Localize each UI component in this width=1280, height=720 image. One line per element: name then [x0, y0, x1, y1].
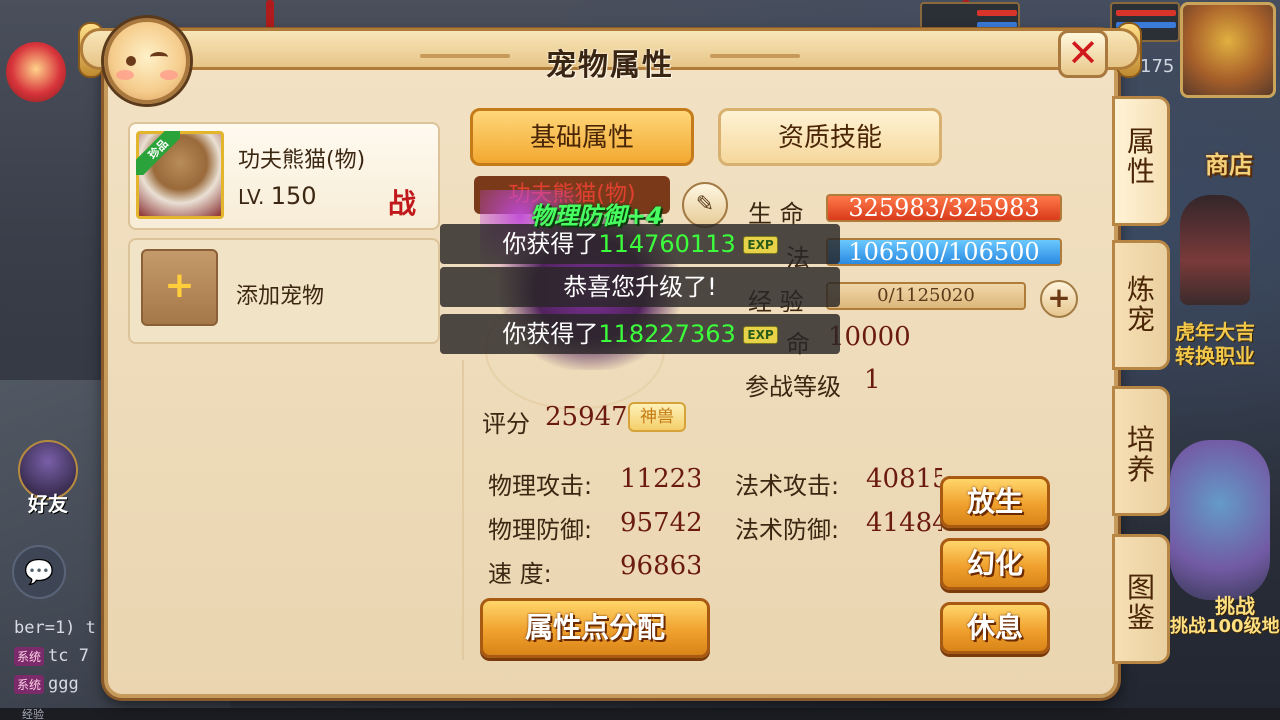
- level-prefix: LV.: [238, 185, 265, 209]
- side-tab-refine[interactable]: 炼宠: [1112, 240, 1170, 370]
- fortune-god-icon[interactable]: [6, 42, 66, 102]
- release-button[interactable]: 放生: [940, 476, 1050, 528]
- phys-def-value: 95742: [620, 508, 700, 538]
- friend-label: 好友: [28, 492, 68, 516]
- bottom-exp-bar: 经验: [0, 708, 1280, 720]
- gain-prefix: 你获得了: [502, 230, 599, 258]
- hp-bar: 325983/325983: [826, 194, 1062, 222]
- battle-level-label: 参战等级: [745, 373, 841, 401]
- side-tab-label: 培养: [1126, 423, 1155, 486]
- chat-text: tc 7: [48, 646, 89, 666]
- npc-title-line2: 转换职业: [1175, 344, 1255, 368]
- rest-button[interactable]: 休息: [940, 602, 1050, 654]
- exp-icon: EXP: [743, 326, 778, 344]
- gain-value: 114760113: [598, 230, 736, 258]
- rarity-ribbon: 珍品: [136, 131, 180, 175]
- mag-atk-value: 40815: [866, 464, 942, 494]
- phys-def-label: 物理防御:: [488, 516, 593, 544]
- allocate-points-button[interactable]: 属性点分配: [480, 598, 710, 658]
- defense-up-popup: 物理防御+4: [530, 202, 663, 230]
- pet-list-level: LV. 150: [238, 182, 317, 210]
- side-tab-attributes[interactable]: 属性: [1112, 96, 1170, 226]
- close-button[interactable]: ✕: [1058, 30, 1108, 78]
- speed-value: 96863: [620, 551, 700, 581]
- gain-notification: 你获得了118227363 EXP: [440, 314, 840, 354]
- add-pet-label: 添加宠物: [236, 284, 325, 309]
- system-tag: 系统: [14, 674, 45, 694]
- avatar-cheek: [116, 70, 134, 80]
- avatar-eye: [126, 56, 136, 66]
- challenge-sub-label: 挑战100级地: [1170, 616, 1280, 637]
- gain-prefix: 你获得了: [502, 320, 599, 348]
- mag-def-value: 41484: [866, 508, 942, 538]
- mag-def-label: 法术防御:: [735, 516, 840, 544]
- chat-icon[interactable]: 💬: [12, 545, 66, 599]
- side-tab-label: 炼宠: [1126, 273, 1155, 336]
- tab-aptitude-skills[interactable]: 资质技能: [718, 108, 942, 166]
- add-pet-icon: +: [141, 249, 218, 326]
- pet-list-name: 功夫熊猫(物): [238, 148, 366, 173]
- panel-title: 宠物属性: [546, 48, 674, 83]
- chat-text: ggg: [48, 674, 79, 694]
- avatar-cheek: [160, 70, 178, 80]
- add-exp-button[interactable]: +: [1040, 280, 1078, 318]
- side-tab-train[interactable]: 培养: [1112, 386, 1170, 516]
- exp-bar: 0/1125020: [826, 282, 1026, 310]
- title-decoration: [710, 54, 800, 58]
- npc-figure-challenge[interactable]: [1170, 440, 1270, 600]
- level-value: 150: [270, 182, 317, 210]
- chat-line: 系统 tc 7: [14, 646, 89, 666]
- rarity-tag: 珍品: [136, 131, 180, 175]
- chat-line: 系统 ggg: [14, 674, 79, 694]
- rename-pet-button[interactable]: ✎: [682, 182, 728, 228]
- pet-emoji-avatar: [104, 18, 190, 104]
- system-tag: 系统: [14, 646, 45, 666]
- score-label: 评分: [482, 410, 530, 438]
- side-tab-atlas[interactable]: 图鉴: [1112, 534, 1170, 664]
- lifespan-value: 10000: [828, 322, 911, 352]
- levelup-notification: 恭喜您升级了!: [440, 267, 840, 307]
- side-tab-label: 图鉴: [1126, 571, 1155, 634]
- transform-button[interactable]: 幻化: [940, 538, 1050, 590]
- hanging-rope: [266, 0, 274, 30]
- gain-value: 118227363: [598, 320, 736, 348]
- speed-label: 速 度:: [488, 560, 552, 588]
- mag-atk-label: 法术攻击:: [735, 472, 840, 500]
- shop-button[interactable]: 商店: [1205, 145, 1253, 180]
- exp-icon: EXP: [743, 236, 778, 254]
- avatar-wink: [150, 52, 168, 62]
- exp-bar-label: 经验: [22, 708, 44, 720]
- chat-line: ber=1) t: [14, 618, 96, 638]
- battle-status-badge: 战: [388, 187, 417, 220]
- mp-bar: 106500/106500: [826, 238, 1062, 266]
- title-decoration: [420, 54, 510, 58]
- section-divider: [462, 360, 464, 660]
- phys-atk-value: 112230: [620, 464, 700, 494]
- divine-beast-badge: 神兽: [628, 402, 686, 432]
- tab-basic-attributes[interactable]: 基础属性: [470, 108, 694, 166]
- player-avatar[interactable]: [1180, 2, 1276, 98]
- npc-figure[interactable]: [1180, 195, 1250, 305]
- side-tab-label: 属性: [1126, 125, 1155, 188]
- player-level: 175: [1140, 56, 1175, 77]
- phys-atk-label: 物理攻击:: [488, 472, 593, 500]
- battle-level-value: 1: [864, 365, 881, 395]
